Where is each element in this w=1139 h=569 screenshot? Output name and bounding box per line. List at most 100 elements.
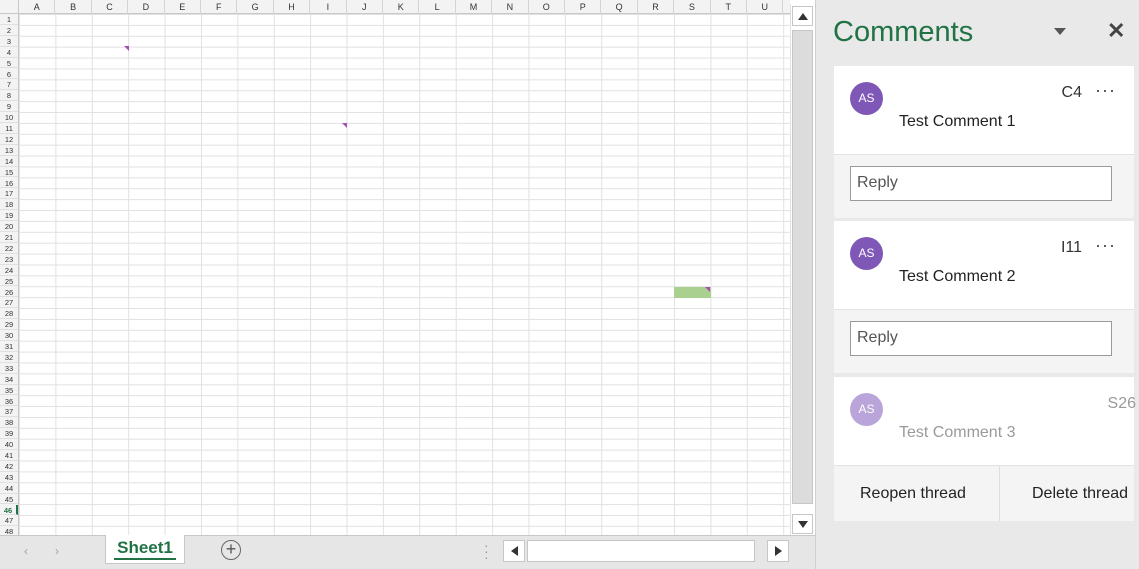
row-header[interactable]: 42 — [0, 461, 18, 472]
prev-sheet-icon[interactable]: ‹ — [24, 544, 28, 558]
vertical-scroll-thumb[interactable] — [792, 30, 813, 504]
column-header[interactable]: D — [128, 0, 165, 14]
row-header[interactable]: 14 — [0, 156, 18, 167]
row-header[interactable]: 27 — [0, 297, 18, 309]
column-header[interactable]: B — [55, 0, 92, 14]
column-header[interactable]: K — [383, 0, 420, 14]
row-header[interactable]: 45 — [0, 494, 18, 505]
comment-thread-c4[interactable]: AS C4 ··· Test Comment 1 — [834, 66, 1134, 154]
row-header[interactable]: 39 — [0, 428, 18, 440]
row-header[interactable]: 23 — [0, 254, 18, 265]
column-header[interactable]: Q — [601, 0, 638, 14]
row-header[interactable]: 38 — [0, 417, 18, 429]
tab-split-handle-icon[interactable]: · · · — [484, 538, 489, 564]
cell-reference[interactable]: C4 — [1062, 84, 1082, 102]
column-header[interactable]: I — [310, 0, 347, 14]
reopen-thread-button[interactable]: Reopen thread — [860, 466, 966, 521]
pane-options-dropdown-icon[interactable] — [1054, 28, 1066, 35]
row-header[interactable]: 35 — [0, 385, 18, 396]
row-header[interactable]: 6 — [0, 69, 18, 80]
delete-thread-button[interactable]: Delete thread — [1032, 466, 1128, 521]
row-header[interactable]: 36 — [0, 396, 18, 407]
row-header[interactable]: 5 — [0, 58, 18, 69]
row-header[interactable]: 9 — [0, 101, 18, 113]
reply-input[interactable]: Reply — [850, 321, 1112, 356]
cell-reference[interactable]: I11 — [1061, 239, 1082, 257]
row-header[interactable]: 17 — [0, 188, 18, 200]
comment-thread-s26[interactable]: AS S26 Test Comment 3 — [834, 377, 1136, 465]
next-sheet-icon[interactable]: › — [55, 544, 59, 558]
row-header[interactable]: 21 — [0, 232, 18, 243]
row-header[interactable]: 26 — [0, 287, 18, 298]
cell-reference[interactable]: S26 — [1108, 395, 1136, 413]
row-header[interactable]: 13 — [0, 145, 18, 156]
column-header[interactable]: M — [456, 0, 493, 14]
row-header[interactable]: 2 — [0, 25, 18, 36]
more-actions-icon[interactable]: ··· — [1095, 80, 1116, 101]
row-header[interactable]: 20 — [0, 221, 18, 232]
row-header[interactable]: 16 — [0, 178, 18, 189]
column-header[interactable]: A — [19, 0, 56, 14]
row-header[interactable]: 40 — [0, 439, 18, 450]
scroll-up-button[interactable] — [792, 6, 813, 26]
column-header[interactable]: F — [201, 0, 238, 14]
row-header[interactable]: 41 — [0, 450, 18, 461]
row-header[interactable]: 30 — [0, 330, 18, 341]
sheet-tab-sheet1[interactable]: Sheet1 — [105, 535, 185, 564]
row-header[interactable]: 10 — [0, 112, 18, 123]
column-header[interactable]: L — [419, 0, 456, 14]
row-header[interactable]: 15 — [0, 167, 18, 178]
row-header[interactable]: 31 — [0, 341, 18, 352]
add-sheet-icon[interactable]: + — [221, 540, 241, 560]
column-header[interactable]: G — [237, 0, 274, 14]
select-all-corner[interactable] — [0, 0, 19, 14]
vertical-scrollbar[interactable] — [790, 4, 815, 538]
more-actions-icon[interactable]: ··· — [1095, 235, 1116, 256]
row-header[interactable]: 8 — [0, 90, 18, 102]
row-header[interactable]: 34 — [0, 374, 18, 385]
row-header[interactable]: 33 — [0, 363, 18, 374]
row-header[interactable]: 19 — [0, 210, 18, 222]
row-header[interactable]: 1 — [0, 14, 18, 25]
horizontal-scrollbar[interactable] — [503, 540, 790, 562]
close-icon[interactable]: ✕ — [1107, 18, 1125, 44]
column-header[interactable]: S — [674, 0, 711, 14]
scroll-left-button[interactable] — [503, 540, 525, 562]
column-header[interactable]: O — [529, 0, 565, 14]
row-header[interactable]: 3 — [0, 36, 18, 47]
column-header[interactable]: E — [165, 0, 201, 14]
row-header[interactable]: 22 — [0, 243, 18, 254]
column-header[interactable]: P — [565, 0, 602, 14]
row-header[interactable]: 43 — [0, 472, 18, 483]
row-header[interactable]: 32 — [0, 352, 18, 363]
column-header[interactable]: T — [711, 0, 747, 14]
column-header[interactable]: C — [92, 0, 129, 14]
row-header[interactable]: 24 — [0, 265, 18, 276]
cell-grid[interactable] — [19, 14, 790, 535]
column-header[interactable]: N — [492, 0, 529, 14]
row-header[interactable]: 28 — [0, 308, 18, 320]
scroll-down-button[interactable] — [792, 514, 813, 534]
row-header[interactable]: 18 — [0, 199, 18, 211]
column-header[interactable]: H — [274, 0, 311, 14]
row-header[interactable]: 4 — [0, 47, 18, 58]
row-header[interactable]: 48 — [0, 526, 18, 535]
column-header[interactable]: R — [638, 0, 675, 14]
row-header[interactable]: 11 — [0, 123, 18, 134]
row-header[interactable]: 44 — [0, 483, 18, 494]
column-header[interactable]: U — [747, 0, 784, 14]
row-header[interactable]: 37 — [0, 406, 18, 418]
row-header[interactable]: 25 — [0, 276, 18, 287]
row-header[interactable]: 12 — [0, 134, 18, 145]
horizontal-scroll-thumb[interactable] — [527, 540, 755, 562]
row-header[interactable]: 47 — [0, 515, 18, 527]
row-header[interactable]: 29 — [0, 319, 18, 331]
scroll-right-button[interactable] — [767, 540, 789, 562]
row-header[interactable]: 7 — [0, 79, 18, 91]
column-header[interactable]: J — [347, 0, 383, 14]
comment-thread-i11[interactable]: AS I11 ··· Test Comment 2 — [834, 221, 1134, 309]
worksheet-grid-area[interactable]: ABCDEFGHIJKLMNOPQRSTU 1 2 3 4 5 6 7 8 9 10 11 12 13 1… — [0, 0, 790, 535]
comment-indicator-i11 — [342, 123, 347, 128]
reply-input[interactable]: Reply — [850, 166, 1112, 201]
row-header[interactable]: 46 — [0, 504, 18, 516]
